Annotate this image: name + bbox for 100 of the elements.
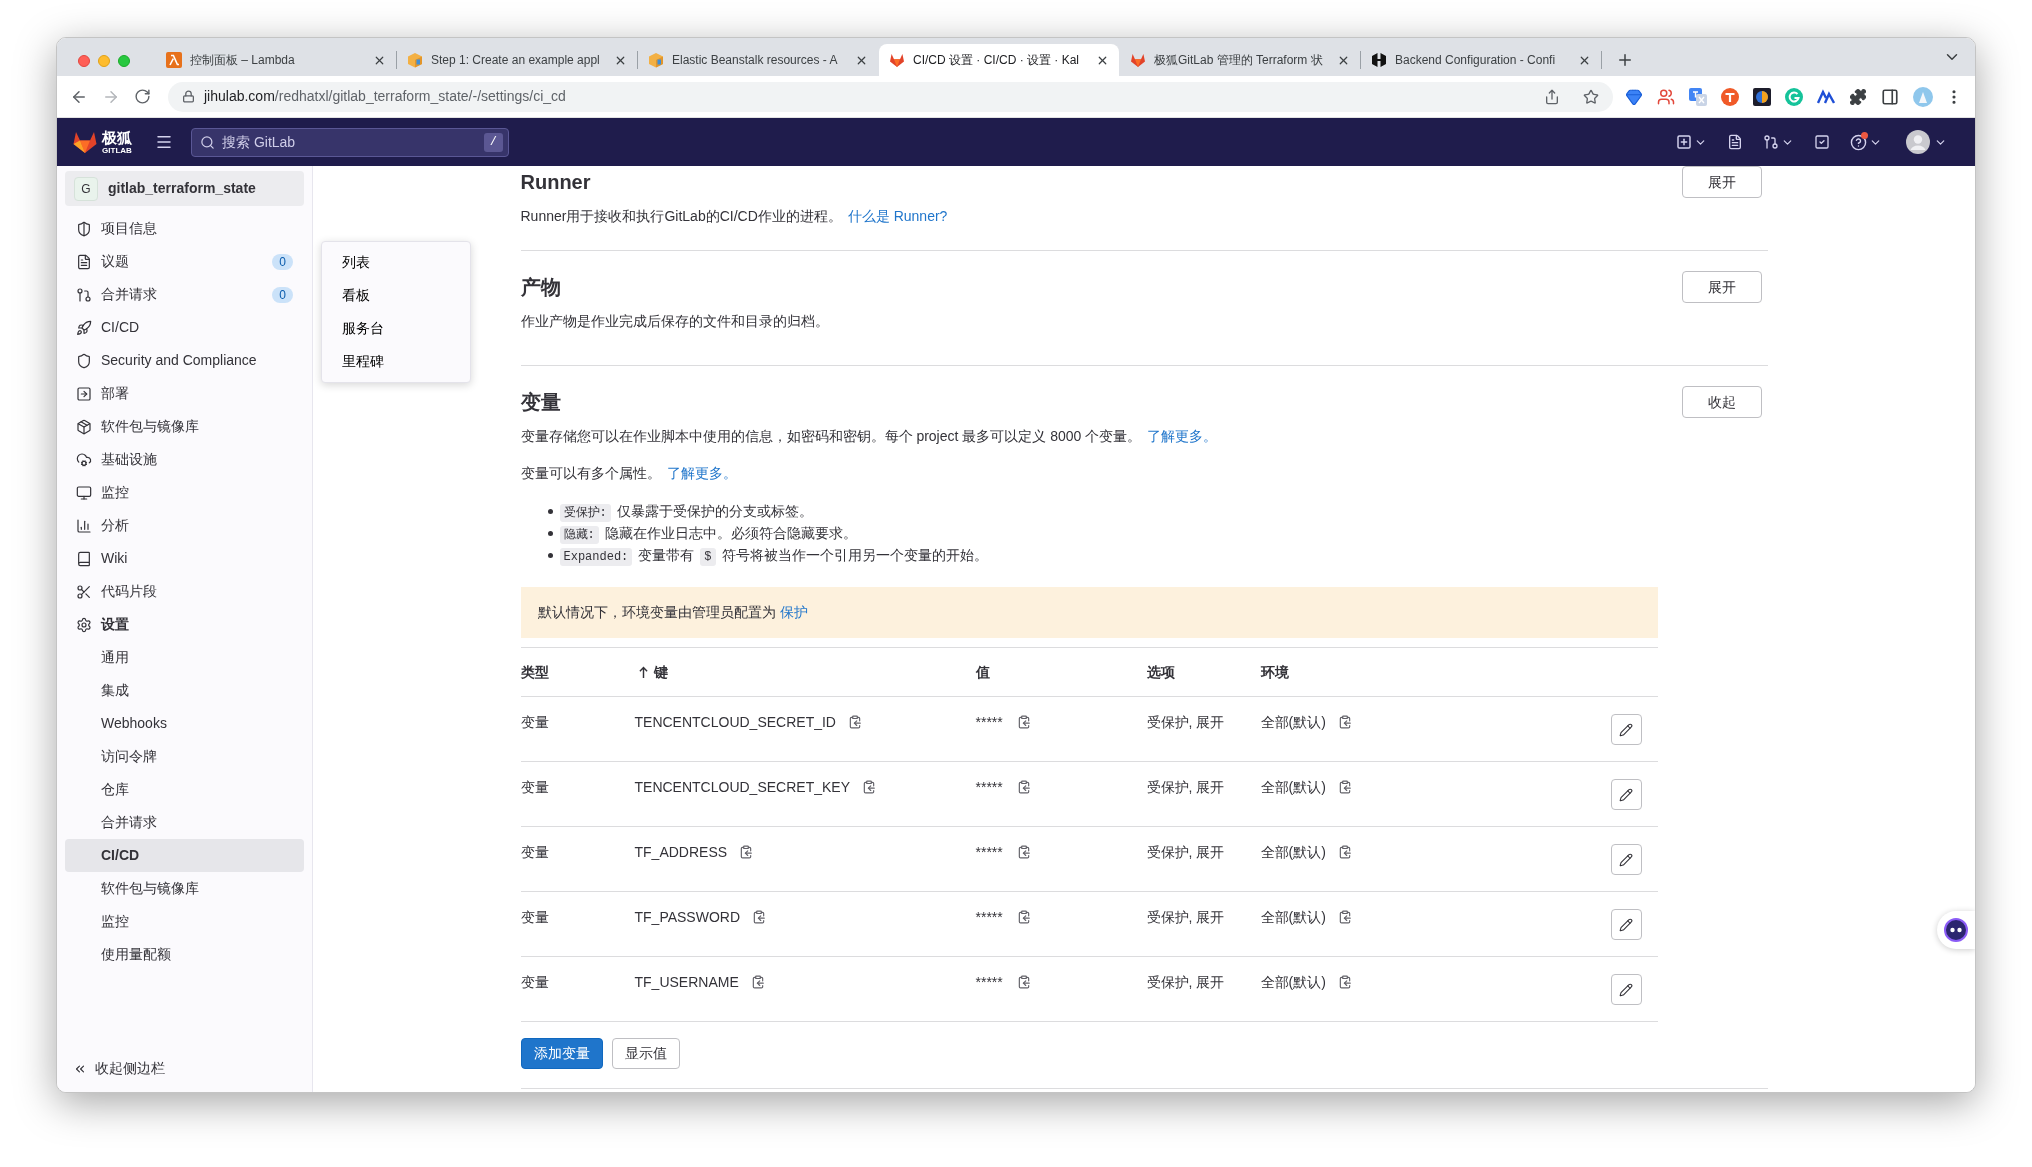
sidebar-item[interactable]: 代码片段 (65, 575, 304, 608)
window-close-button[interactable] (78, 55, 90, 67)
t-circle-icon[interactable] (1721, 87, 1739, 106)
sidebar-subitem[interactable]: CI/CD (65, 839, 304, 872)
sidebar-subitem[interactable]: 合并请求 (65, 806, 304, 839)
arrow-up-icon[interactable] (638, 665, 648, 679)
protected-link[interactable]: 保护 (779, 604, 808, 620)
project-link[interactable]: G gitlab_terraform_state (65, 171, 304, 206)
bullet-icon (547, 552, 553, 558)
learn-more-link[interactable]: 了解更多。 (666, 465, 737, 481)
copy-icon[interactable] (1016, 975, 1031, 989)
variable-key: TENCENTCLOUD_SECRET_KEY (634, 777, 850, 797)
copy-icon[interactable] (1016, 715, 1031, 729)
help-link[interactable]: 了解更多。 (1147, 428, 1218, 444)
package-icon (76, 418, 92, 435)
share-icon[interactable] (1544, 88, 1560, 105)
sidebar-item[interactable]: Security and Compliance (65, 344, 304, 377)
edit-button[interactable] (1610, 974, 1642, 1005)
sidebar-item[interactable]: 设置 (65, 608, 304, 641)
square-logo-icon[interactable] (1753, 87, 1771, 106)
section-title: Runner (520, 170, 591, 195)
sidebar-item[interactable]: 部署 (65, 377, 304, 410)
flyout-item[interactable]: 服务台 (322, 312, 470, 345)
sidebar-subitem[interactable]: 使用量配额 (65, 938, 304, 971)
sidebar-item[interactable]: 议题 0 (65, 245, 304, 278)
puzzle-icon[interactable] (1849, 87, 1867, 106)
sidebar-subitem[interactable]: 集成 (65, 674, 304, 707)
side-panel-icon[interactable] (1881, 87, 1899, 106)
bar-chart-icon (76, 517, 92, 534)
browser-tab[interactable]: Elastic Beanstalk resources - A (638, 44, 878, 76)
copy-icon[interactable] (1016, 780, 1031, 794)
help-link[interactable]: 什么是 Runner? (847, 208, 948, 224)
sidebar-subitem[interactable]: 访问令牌 (65, 740, 304, 773)
sidebar-item[interactable]: CI/CD (65, 311, 304, 344)
collapse-sidebar-link[interactable]: 收起侧边栏 (65, 1052, 304, 1085)
browser-tab[interactable]: Step 1: Create an example appl (397, 44, 637, 76)
copy-icon[interactable] (862, 780, 876, 794)
section-toggle-button[interactable]: 展开 (1681, 271, 1762, 303)
copy-icon[interactable] (1016, 910, 1031, 924)
sidebar-item[interactable]: 项目信息 (65, 212, 304, 245)
copy-icon[interactable] (1016, 845, 1031, 859)
copy-icon[interactable] (1337, 845, 1352, 859)
sidebar-item[interactable]: Wiki (65, 542, 304, 575)
sidebar-item[interactable]: 合并请求 0 (65, 278, 304, 311)
flyout-item[interactable]: 里程碑 (322, 345, 470, 378)
browser-tab[interactable]: 极狐GitLab 管理的 Terraform 状 (1120, 44, 1360, 76)
reload-icon[interactable] (134, 88, 151, 105)
copy-icon[interactable] (1337, 910, 1352, 924)
floating-widget-button[interactable] (1937, 911, 1975, 949)
sidebar-subitem[interactable]: 仓库 (65, 773, 304, 806)
variable-options: 受保护, 展开 (1146, 779, 1225, 795)
section-title: 变量 (520, 390, 561, 415)
sidebar-item[interactable]: 分析 (65, 509, 304, 542)
sidebar-subitem[interactable]: 通用 (65, 641, 304, 674)
bookmark-star-icon[interactable] (1583, 88, 1599, 105)
copy-icon[interactable] (750, 975, 765, 989)
sidebar-subitem[interactable]: Webhooks (65, 707, 304, 740)
sidebar-subitem[interactable]: 软件包与镜像库 (65, 872, 304, 905)
browser-tab[interactable]: CI/CD 设置 · CI/CD · 设置 · Kal (879, 44, 1119, 76)
new-tab-icon[interactable] (1616, 51, 1634, 69)
reveal-values-button[interactable]: 显示值 (611, 1038, 680, 1069)
letter-tiles-icon[interactable] (1689, 87, 1707, 106)
pencil-icon (1619, 852, 1633, 867)
edit-button[interactable] (1610, 844, 1642, 875)
flyout-item[interactable]: 列表 (322, 246, 470, 279)
copy-icon[interactable] (848, 715, 862, 729)
sidebar-item[interactable]: 基础设施 (65, 443, 304, 476)
sidebar-item[interactable]: 软件包与镜像库 (65, 410, 304, 443)
copy-icon[interactable] (1337, 975, 1352, 989)
edit-button[interactable] (1610, 779, 1642, 810)
edit-button[interactable] (1610, 909, 1642, 940)
scissors-icon (76, 583, 92, 600)
section-description: Runner用于接收和执行GitLab的CI/CD作业的进程。 什么是 Runner? (520, 207, 949, 226)
section-toggle-button[interactable]: 展开 (1681, 166, 1762, 198)
peaks-icon[interactable] (1817, 87, 1835, 106)
gem-icon[interactable] (1625, 87, 1643, 106)
attributes-note: 变量可以有多个属性。 了解更多。 (520, 464, 738, 483)
section-toggle-button[interactable]: 收起 (1681, 386, 1762, 418)
bot-face-icon (1944, 918, 1968, 942)
variable-environment: 全部(默认) (1260, 843, 1326, 862)
add-variable-button[interactable]: 添加变量 (520, 1038, 603, 1069)
copy-icon[interactable] (739, 845, 754, 859)
users-icon[interactable] (1657, 87, 1675, 106)
column-header[interactable]: 键 (653, 661, 668, 683)
copy-icon[interactable] (1337, 715, 1352, 729)
browser-tab[interactable]: Backend Configuration - Confi (1361, 44, 1601, 76)
bullet-icon (547, 530, 553, 536)
browser-tab[interactable]: 控制面板 – Lambda (156, 44, 396, 76)
copy-icon[interactable] (1337, 780, 1352, 794)
address-field[interactable]: jihulab.com/redhatxl/gitlab_terraform_state/-/settings/ci_cd (168, 81, 1613, 112)
merge-request-icon (1763, 134, 1779, 150)
variable-key: TF_PASSWORD (634, 907, 741, 927)
flyout-item[interactable]: 看板 (322, 279, 470, 312)
sidebar-item[interactable]: 监控 (65, 476, 304, 509)
sidebar-subitem[interactable]: 监控 (65, 905, 304, 938)
variable-type: 变量 (520, 974, 549, 990)
variable-value: ***** (975, 778, 1003, 797)
shield-half-icon (76, 220, 92, 237)
edit-button[interactable] (1610, 714, 1642, 745)
copy-icon[interactable] (752, 910, 767, 924)
